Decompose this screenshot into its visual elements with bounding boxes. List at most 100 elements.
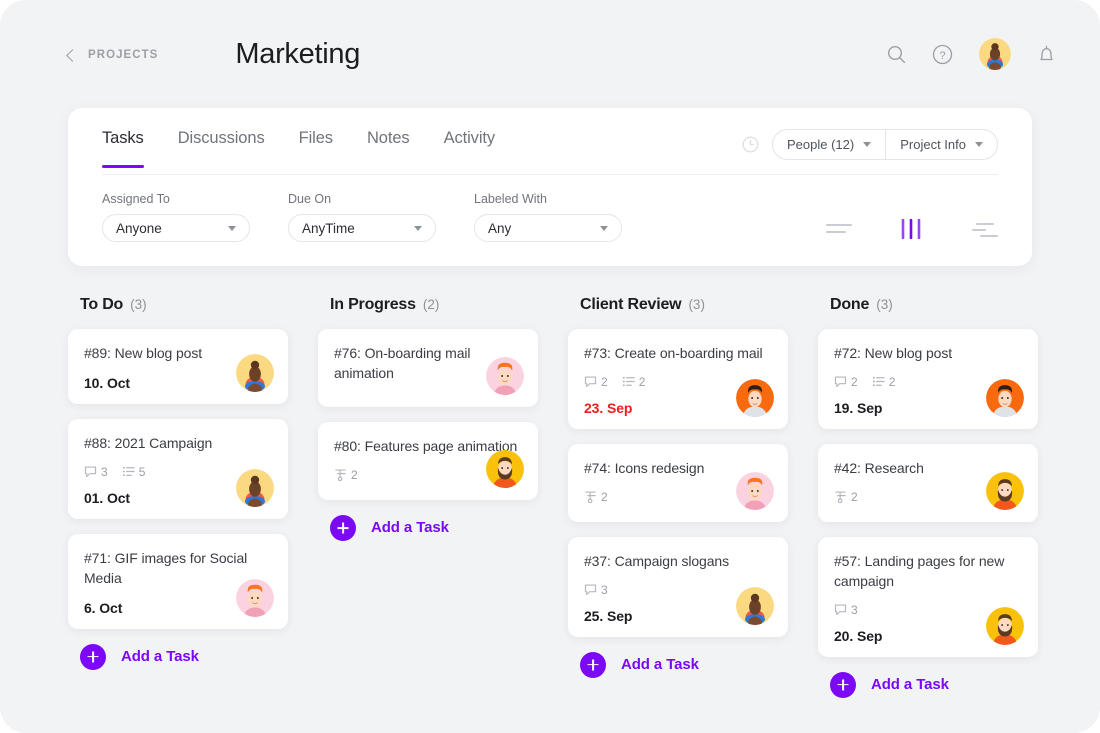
clock-icon[interactable] [742,136,759,153]
task-card[interactable]: #88: 2021 Campaign 3 5 01. Oct [68,418,288,519]
assignee-avatar[interactable] [986,472,1024,510]
column-count: (3) [130,297,147,312]
tab-files[interactable]: Files [299,129,333,167]
assignee-avatar[interactable] [486,357,524,395]
help-circle-icon[interactable]: ? [932,44,953,65]
comment-icon [84,466,97,478]
app-root: PROJECTS Marketing ? Tasks Discussions F… [0,0,1100,733]
comment-count: 3 [84,465,108,479]
task-card[interactable]: #71: GIF images for Social Media 6. Oct [68,533,288,629]
column-title: In Progress [330,296,416,313]
assignee-avatar[interactable] [236,469,274,507]
task-card[interactable]: #37: Campaign slogans 3 25. Sep [568,536,788,637]
add-task-button[interactable]: Add a Task [68,643,288,670]
breadcrumb-back-projects[interactable]: PROJECTS [66,48,159,62]
list-view-icon[interactable] [826,221,852,237]
add-task-button[interactable]: Add a Task [318,514,538,541]
checklist-count: 2 [622,375,645,389]
comment-icon [584,584,597,596]
subtask-branch-icon [585,491,596,503]
tab-discussions[interactable]: Discussions [178,129,265,167]
add-task-button[interactable]: Add a Task [818,671,1038,698]
comment-icon [584,376,597,388]
top-bar: PROJECTS Marketing ? [0,0,1100,108]
assigned-to-select[interactable]: Anyone [102,214,250,242]
breadcrumb-label: PROJECTS [88,49,159,61]
assignee-avatar[interactable] [986,607,1024,645]
checklist-icon [622,377,635,387]
column-count: (2) [422,297,440,312]
comment-icon [834,604,847,616]
column-header: In Progress (2) [318,296,538,314]
assigned-to-value: Anyone [116,220,162,236]
filter-label: Assigned To [102,192,170,206]
assignee-avatar[interactable] [486,450,524,488]
column-count: (3) [876,297,893,312]
labeled-with-value: Any [488,220,512,236]
task-card[interactable]: #72: New blog post 2 2 19. Sep [818,329,1038,429]
assignee-avatar[interactable] [236,579,274,617]
task-card[interactable]: #42: Research 2 [818,443,1038,522]
assignee-avatar[interactable] [736,379,774,417]
filter-due-on: Due On AnyTime [288,192,436,242]
search-icon[interactable] [887,45,906,64]
assignee-avatar[interactable] [736,472,774,510]
filter-assigned-to: Assigned To Anyone [102,192,250,242]
chevron-down-icon [863,142,872,147]
add-task-label: Add a Task [121,648,199,665]
avatar[interactable] [979,38,1011,70]
task-card[interactable]: #74: Icons redesign 2 [568,443,788,522]
labeled-with-select[interactable]: Any [474,214,622,242]
comment-count: 2 [834,375,858,389]
column-title: Done [830,296,870,313]
panel-pill-group: People (12) Project Info [772,129,998,160]
task-card[interactable]: #57: Landing pages for new campaign 3 20.… [818,536,1038,657]
column-title: Client Review [580,296,682,313]
filters-row: Assigned To Anyone Due On AnyTime Labele… [102,175,998,266]
plus-icon [330,514,356,541]
chevron-down-icon [228,225,236,231]
column-header: Client Review (3) [568,296,788,314]
task-card[interactable]: #80: Features page animation 2 [318,422,538,500]
subtask-count: 2 [334,468,358,482]
add-task-label: Add a Task [621,656,699,674]
checklist-count: 5 [122,465,145,479]
comment-count: 3 [834,603,858,617]
task-card[interactable]: #89: New blog post 10. Oct [68,329,288,404]
kanban-board: To Do (3) #89: New blog post 10. Oct #88: … [0,266,1100,698]
chevron-down-icon [600,225,608,231]
board-view-icon[interactable] [900,219,924,239]
tab-list: Tasks Discussions Files Notes Activity [102,129,496,168]
assignee-avatar[interactable] [736,587,774,625]
subtask-branch-icon [335,469,346,482]
filter-label: Due On [288,192,332,206]
board-column: In Progress (2) #76: On-boarding mail ani… [318,296,538,698]
tab-notes[interactable]: Notes [367,129,410,167]
project-info-label: Project Info [900,137,966,152]
task-title: #57: Landing pages for new campaign [834,552,1005,589]
column-header: To Do (3) [68,296,288,314]
assignee-avatar[interactable] [986,379,1024,417]
tab-activity[interactable]: Activity [444,129,496,167]
plus-icon [830,671,856,698]
people-dropdown[interactable]: People (12) [773,130,885,159]
page-title: Marketing [235,37,361,70]
checklist-icon [872,377,885,387]
chevron-down-icon [975,142,983,147]
column-header: Done (3) [818,296,1038,314]
project-info-dropdown[interactable]: Project Info [885,130,997,159]
timeline-view-icon[interactable] [972,220,998,238]
bell-icon[interactable] [1037,44,1056,65]
assignee-avatar[interactable] [236,354,274,392]
add-task-button[interactable]: Add a Task [568,651,788,678]
tab-tasks[interactable]: Tasks [102,129,144,168]
task-card[interactable]: #76: On-boarding mail animation [318,329,538,407]
board-column: Client Review (3) #73: Create on-boarding… [568,296,788,698]
people-label: People (12) [787,137,855,152]
comment-count: 3 [584,583,608,597]
board-column: Done (3) #72: New blog post 2 2 19. Sep #4… [818,296,1038,698]
task-card[interactable]: #73: Create on-boarding mail 2 2 23. Sep [568,329,788,429]
due-on-select[interactable]: AnyTime [288,214,436,242]
tabs-row: Tasks Discussions Files Notes Activity P… [102,108,998,175]
plus-icon [80,643,106,670]
